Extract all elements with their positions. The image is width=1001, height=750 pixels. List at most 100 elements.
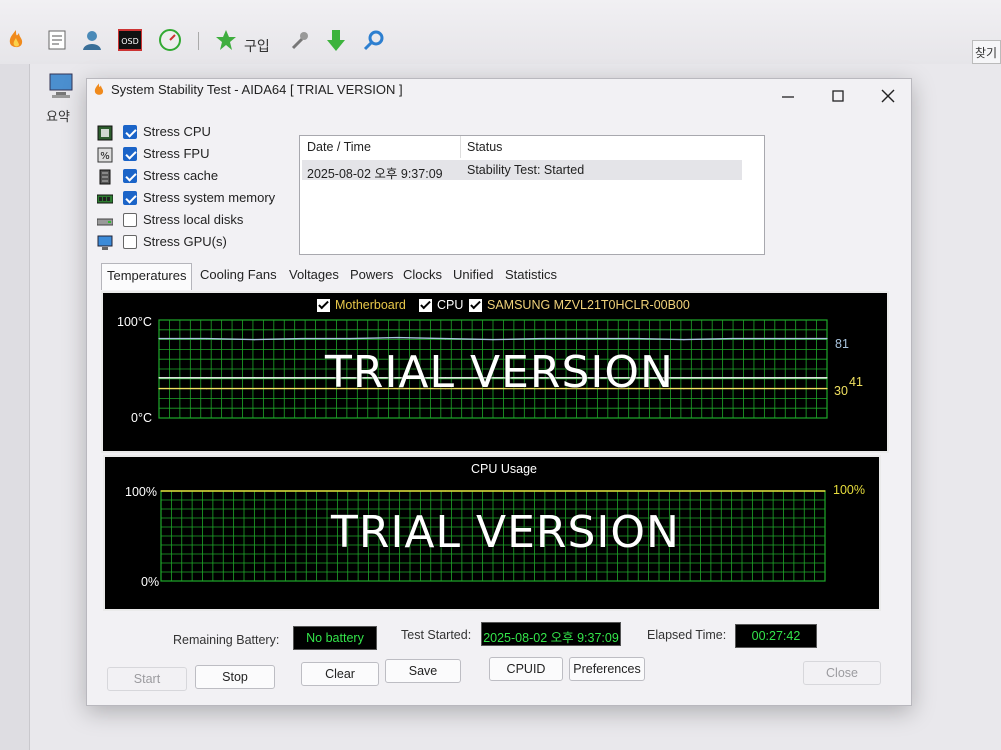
report-icon[interactable] <box>46 28 70 52</box>
stress-disks-checkbox[interactable] <box>123 213 137 227</box>
stress-cache-label: Stress cache <box>143 168 219 183</box>
toolbar-separator <box>198 32 199 50</box>
disk-drive-icon <box>97 218 113 226</box>
osd-icon[interactable]: OSD <box>118 28 142 52</box>
stress-fpu-label: Stress FPU <box>143 146 210 161</box>
tab-cooling-fans[interactable]: Cooling Fans <box>195 263 282 289</box>
series-point-1 <box>301 377 303 379</box>
series-point-0 <box>444 490 447 492</box>
battery-label: Remaining Battery: <box>173 633 280 647</box>
host-toolbar: OSD 구입 찾기 <box>0 0 1001 64</box>
series-point-0 <box>730 338 733 340</box>
log-row[interactable]: 2025-08-02 오후 9:37:09 Stability Test: St… <box>302 160 742 181</box>
series-point-2 <box>158 388 160 390</box>
computer-icon[interactable] <box>46 72 76 100</box>
close-icon[interactable] <box>879 87 897 105</box>
series-point-0 <box>302 490 304 492</box>
stress-fpu-checkbox[interactable] <box>123 147 137 161</box>
stability-test-window: System Stability Test - AIDA64 [ TRIAL V… <box>86 78 912 706</box>
buy-star-icon[interactable] <box>214 28 238 52</box>
close-button[interactable]: Close <box>803 661 881 685</box>
search-icon[interactable] <box>362 28 386 52</box>
log-column-status[interactable]: Status <box>467 140 502 154</box>
cache-icon <box>99 169 111 185</box>
stress-cpu-checkbox[interactable] <box>123 125 137 139</box>
stress-options: Stress CPU % Stress FPU Stress cache Str… <box>97 123 287 255</box>
series-point-0 <box>634 490 636 492</box>
maximize-icon[interactable] <box>829 87 847 105</box>
cpu-temp-value: 81 <box>835 337 849 351</box>
monitor-icon <box>97 235 113 250</box>
svg-text:OSD: OSD <box>121 37 139 46</box>
stress-option-cache[interactable]: Stress cache <box>97 167 287 189</box>
stress-option-disks[interactable]: Stress local disks <box>97 211 287 233</box>
stop-button[interactable]: Stop <box>195 665 275 689</box>
flame-icon[interactable] <box>4 28 28 52</box>
series-point-0 <box>396 337 399 339</box>
buy-label[interactable]: 구입 <box>244 36 270 56</box>
stress-cache-checkbox[interactable] <box>123 169 137 183</box>
title-bar[interactable]: System Stability Test - AIDA64 [ TRIAL V… <box>87 79 911 115</box>
gauge-icon[interactable] <box>158 28 182 52</box>
tab-clocks[interactable]: Clocks <box>398 263 447 289</box>
series-point-2 <box>778 388 780 390</box>
tab-powers[interactable]: Powers <box>345 263 398 289</box>
stress-option-fpu[interactable]: % Stress FPU <box>97 145 287 167</box>
series-point-0 <box>397 490 399 492</box>
tools-icon[interactable] <box>288 28 312 52</box>
cpuid-button[interactable]: CPUID <box>489 657 563 681</box>
window-title: System Stability Test - AIDA64 [ TRIAL V… <box>111 82 403 97</box>
elapsed-time-label: Elapsed Time: <box>647 628 727 642</box>
legend-motherboard-checkbox[interactable] <box>317 299 330 312</box>
legend-cpu-checkbox[interactable] <box>419 299 432 312</box>
summary-label[interactable]: 요약 <box>46 106 70 125</box>
legend-cpu-label: CPU <box>437 298 464 312</box>
series-point-0 <box>492 490 494 492</box>
series-point-1 <box>206 377 208 379</box>
tab-unified[interactable]: Unified <box>448 263 498 289</box>
stress-memory-checkbox[interactable] <box>123 191 137 205</box>
svg-text:%: % <box>100 151 110 162</box>
temp-y-max-label: 100°C <box>117 315 152 329</box>
clear-button[interactable]: Clear <box>301 662 379 686</box>
legend-ssd-label: SAMSUNG MZVL21T0HCLR-00B00 <box>487 298 690 312</box>
trial-watermark-cpu: TRIAL VERSION <box>331 507 680 558</box>
series-point-1 <box>158 377 160 379</box>
stress-option-memory[interactable]: Stress system memory <box>97 189 287 211</box>
legend-motherboard-label: Motherboard <box>335 298 406 312</box>
tab-temperatures[interactable]: Temperatures <box>101 263 193 290</box>
log-datetime: 2025-08-02 오후 9:37:09 <box>307 167 443 181</box>
preferences-button[interactable]: Preferences <box>569 657 645 681</box>
series-point-1 <box>826 377 828 379</box>
download-arrow-icon[interactable] <box>324 28 348 52</box>
cpu-y-max-label: 100% <box>125 485 157 499</box>
series-point-0 <box>729 490 731 492</box>
tab-voltages[interactable]: Voltages <box>284 263 344 289</box>
trial-watermark-temp: TRIAL VERSION <box>325 347 674 398</box>
stress-option-gpu[interactable]: Stress GPU(s) <box>97 233 287 255</box>
legend-ssd-checkbox[interactable] <box>469 299 482 312</box>
series-point-1 <box>778 377 780 379</box>
series-point-0 <box>540 338 542 340</box>
status-log[interactable]: Date / Time Status 2025-08-02 오후 9:37:09… <box>299 135 765 255</box>
host-side-panel <box>0 64 30 750</box>
series-point-0 <box>158 338 160 340</box>
minimize-icon[interactable] <box>779 87 797 105</box>
stress-option-cpu[interactable]: Stress CPU <box>97 123 287 145</box>
fpu-percent-icon: % <box>97 147 113 163</box>
user-icon[interactable] <box>80 28 104 52</box>
start-button[interactable]: Start <box>107 667 187 691</box>
series-point-1 <box>683 377 685 379</box>
find-button[interactable]: 찾기 <box>972 40 1001 64</box>
series-point-0 <box>160 490 162 492</box>
cpu-y-min-label: 0% <box>141 575 160 589</box>
log-column-datetime[interactable]: Date / Time <box>307 140 371 154</box>
stress-gpu-checkbox[interactable] <box>123 235 137 249</box>
series-point-0 <box>253 339 256 341</box>
log-column-divider <box>460 136 461 158</box>
save-button[interactable]: Save <box>385 659 461 683</box>
tab-statistics[interactable]: Statistics <box>500 263 562 289</box>
series-point-0 <box>587 490 589 492</box>
sensor-tabs: Temperatures Cooling Fans Voltages Power… <box>101 263 881 290</box>
series-point-0 <box>635 338 637 340</box>
